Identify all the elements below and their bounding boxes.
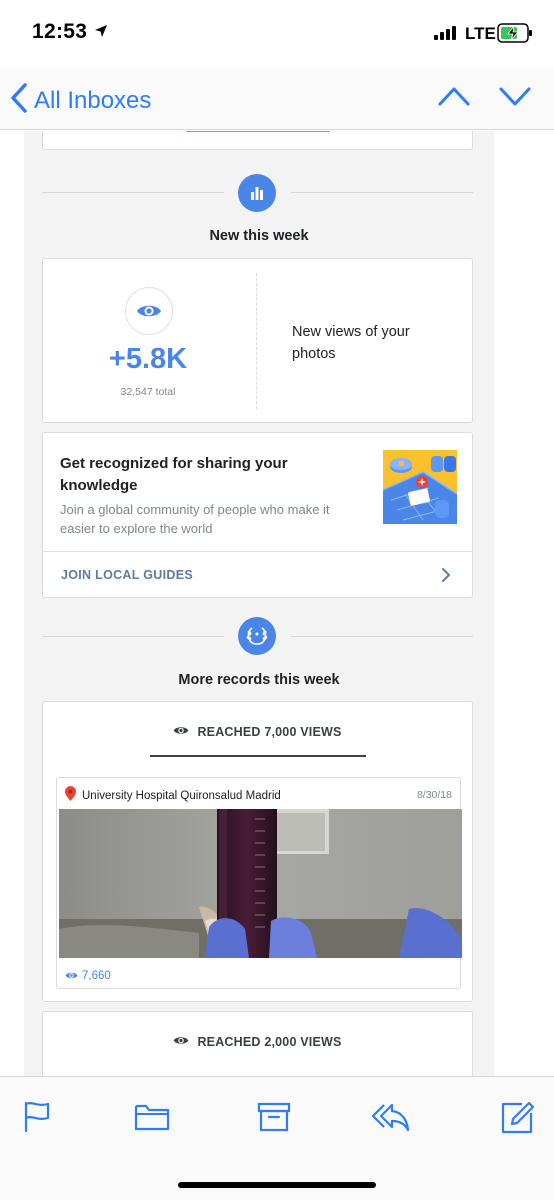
previous-message-button[interactable] xyxy=(437,84,471,113)
flag-icon xyxy=(22,1101,52,1137)
eye-icon xyxy=(173,1033,189,1051)
hospital-photo[interactable] xyxy=(59,809,462,958)
status-time: 12:53 xyxy=(32,20,88,43)
photo-view-count: 7,660 xyxy=(82,970,111,982)
archive-box-icon xyxy=(257,1102,291,1137)
section-divider xyxy=(42,192,224,193)
record-card: REACHED 2,000 VIEWS xyxy=(42,1011,473,1076)
join-local-guides-link[interactable]: JOIN LOCAL GUIDES xyxy=(61,568,193,582)
eye-icon xyxy=(65,967,78,985)
bar-chart-icon xyxy=(238,174,276,212)
compose-icon xyxy=(500,1101,535,1139)
views-label: New views of your photos xyxy=(292,324,410,362)
record-card: REACHED 7,000 VIEWS University Hospital … xyxy=(42,701,473,1002)
move-to-folder-button[interactable] xyxy=(134,1101,170,1138)
views-delta: +5.8K xyxy=(108,343,188,375)
record-heading: REACHED 7,000 VIEWS xyxy=(43,723,472,741)
record-heading: REACHED 2,000 VIEWS xyxy=(43,1033,472,1051)
views-stats-card: +5.8K 32,547 total New views of your pho… xyxy=(42,258,473,423)
card-separator xyxy=(43,551,472,552)
eye-icon xyxy=(125,287,173,335)
email-body[interactable]: New this week +5.8K 32,547 total New vie… xyxy=(0,131,554,1076)
battery-charging-icon xyxy=(497,23,533,48)
record-heading-label: REACHED 7,000 VIEWS xyxy=(197,725,342,739)
local-guides-title: Get recognized for sharing your knowledg… xyxy=(60,455,288,494)
section-divider xyxy=(291,636,473,637)
status-bar: 12:53 LTE xyxy=(0,0,554,68)
laurel-wreath-icon xyxy=(238,617,276,655)
photo-views: 7,660 xyxy=(65,967,111,985)
mail-app-screen: 12:53 LTE All Inboxes New this week +5.8… xyxy=(0,0,554,1200)
section-divider xyxy=(291,192,473,193)
map-pin-icon xyxy=(65,786,76,806)
photo-place: University Hospital Quironsalud Madrid xyxy=(65,786,281,806)
record-heading-underline xyxy=(150,755,366,757)
chevron-left-icon xyxy=(10,82,28,119)
previous-section-card xyxy=(42,131,473,150)
previous-section-underline xyxy=(186,131,330,132)
photo-date: 8/30/18 xyxy=(416,789,452,801)
reply-button[interactable] xyxy=(370,1101,410,1138)
local-guides-card[interactable]: Get recognized for sharing your knowledg… xyxy=(42,432,473,598)
place-name: University Hospital Quironsalud Madrid xyxy=(82,790,281,802)
reply-icon xyxy=(370,1103,410,1137)
local-guides-description: Join a global community of people who ma… xyxy=(60,502,330,536)
section-divider xyxy=(42,636,224,637)
record-heading-label: REACHED 2,000 VIEWS xyxy=(197,1035,342,1049)
network-type: LTE xyxy=(465,24,496,43)
home-indicator[interactable] xyxy=(178,1182,376,1188)
more-records-title: More records this week xyxy=(178,672,340,688)
navigation-bar: All Inboxes xyxy=(0,68,554,130)
local-guides-illustration xyxy=(382,450,458,524)
next-message-button[interactable] xyxy=(498,84,532,113)
dashed-divider xyxy=(256,273,257,409)
location-arrow-icon xyxy=(94,24,108,43)
archive-button[interactable] xyxy=(257,1101,291,1138)
eye-icon xyxy=(173,723,189,741)
back-button[interactable]: All Inboxes xyxy=(10,82,151,119)
new-this-week-title: New this week xyxy=(209,228,309,244)
views-total: 32,547 total xyxy=(120,386,176,398)
photo-card[interactable]: University Hospital Quironsalud Madrid 8… xyxy=(56,777,462,989)
flag-button[interactable] xyxy=(22,1101,52,1138)
cellular-signal-icon xyxy=(434,26,456,45)
back-label: All Inboxes xyxy=(34,86,152,114)
compose-button[interactable] xyxy=(500,1101,535,1140)
folder-icon xyxy=(134,1104,170,1137)
chevron-right-icon[interactable] xyxy=(441,567,451,588)
